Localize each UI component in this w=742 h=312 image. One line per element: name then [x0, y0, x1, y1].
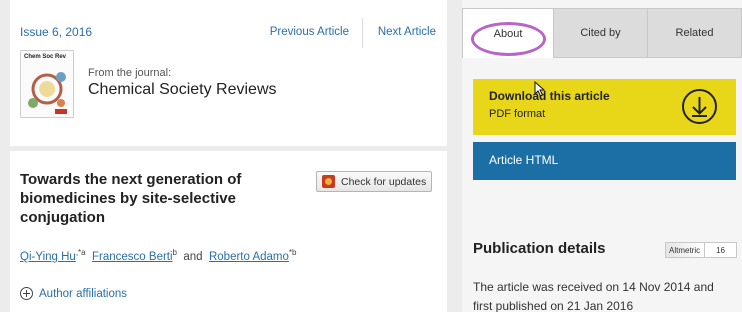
article-panel: Issue 6, 2016 Previous Article Next Arti…: [10, 0, 447, 312]
publication-details-heading: Publication details: [473, 240, 606, 257]
download-title: Download this article: [489, 89, 610, 103]
tab-cited-by[interactable]: Cited by: [554, 8, 648, 58]
author-affiliation-mark: b: [172, 248, 177, 257]
article-title: Towards the next generation of biomedici…: [20, 171, 242, 226]
from-journal-label: From the journal:: [88, 67, 172, 79]
cover-art-image: [28, 72, 67, 114]
article-html-button[interactable]: Article HTML: [473, 142, 736, 180]
highlight-circle: [471, 22, 546, 56]
issue-link[interactable]: Issue 6, 2016: [20, 25, 92, 39]
author-link[interactable]: Roberto Adamo: [209, 251, 289, 263]
author-list: Qi-Ying Hu,*a Francesco Bertib and Rober…: [20, 248, 296, 263]
cover-title: Chem Soc Rev: [24, 54, 67, 60]
crossmark-icon: [322, 175, 335, 188]
tab-related-label: Related: [675, 27, 714, 39]
check-for-updates-label: Check for updates: [341, 175, 427, 188]
previous-article-link[interactable]: Previous Article: [270, 26, 349, 38]
author-affiliation-mark: *b: [288, 248, 297, 257]
tab-bar: About Cited by Related: [462, 8, 742, 58]
section-divider: [10, 146, 447, 151]
mouse-cursor-icon: [534, 81, 546, 97]
journal-cover[interactable]: Chem Soc Rev: [20, 50, 74, 118]
download-arrow-icon: [682, 89, 717, 124]
author-link[interactable]: Qi-Ying Hu: [20, 251, 76, 263]
side-panel: About Cited by Related Download this art…: [462, 0, 742, 312]
altmetric-label: Altmetric: [666, 243, 706, 257]
author-affiliations-toggle[interactable]: Author affiliations: [20, 287, 127, 300]
publication-dates-text: The article was received on 14 Nov 2014 …: [473, 280, 714, 312]
check-for-updates-button[interactable]: Check for updates: [316, 171, 432, 192]
article-html-label: Article HTML: [489, 153, 559, 167]
altmetric-score: 16: [716, 245, 726, 255]
nav-divider: [362, 18, 363, 48]
next-article-link[interactable]: Next Article: [378, 26, 436, 38]
page: Issue 6, 2016 Previous Article Next Arti…: [0, 0, 742, 312]
author-separator: and: [183, 250, 203, 263]
author-affiliation-mark: ,*a: [75, 248, 86, 257]
download-format: PDF format: [489, 108, 546, 120]
tab-cited-by-label: Cited by: [580, 27, 621, 39]
download-article-button[interactable]: Download this article PDF format: [473, 79, 736, 135]
plus-circle-icon: [20, 287, 33, 300]
author-affiliations-label: Author affiliations: [39, 287, 128, 300]
journal-name-link[interactable]: Chemical Society Reviews: [88, 81, 277, 99]
author-link[interactable]: Francesco Berti: [92, 251, 173, 263]
article-nav: Issue 6, 2016 Previous Article Next Arti…: [10, 0, 447, 66]
tab-related[interactable]: Related: [648, 8, 742, 58]
altmetric-badge[interactable]: Altmetric 16: [665, 242, 737, 258]
